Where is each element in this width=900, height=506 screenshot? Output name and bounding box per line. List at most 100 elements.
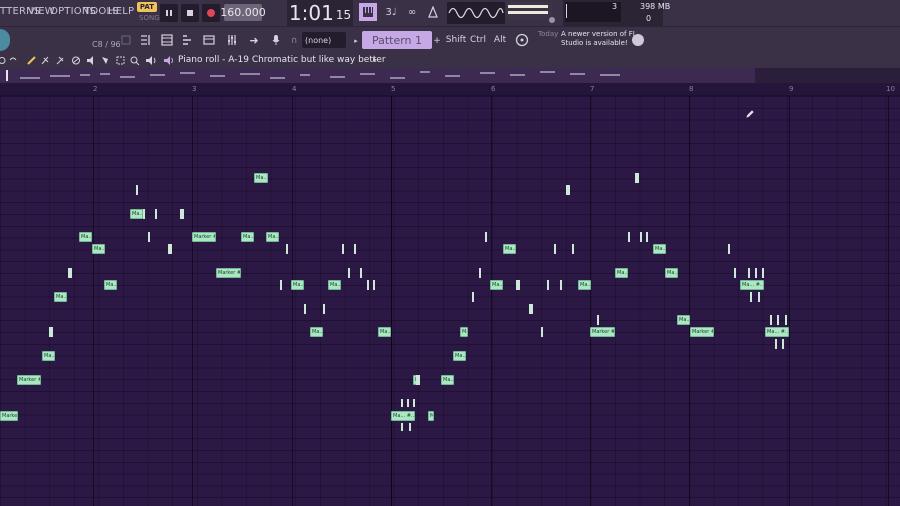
speaker-icon[interactable] (164, 56, 174, 65)
add-pattern-button[interactable]: + (432, 32, 442, 50)
note[interactable]: Marker #... (216, 268, 241, 278)
short-note[interactable] (554, 244, 556, 254)
short-note[interactable] (360, 268, 362, 278)
short-note[interactable] (728, 244, 730, 254)
channel-rack-button[interactable] (158, 31, 176, 49)
note[interactable]: Ma... (615, 268, 628, 278)
short-note[interactable] (143, 209, 145, 219)
note[interactable]: Ma... (130, 209, 143, 219)
pattern-overview[interactable] (0, 68, 900, 83)
short-note[interactable] (541, 327, 543, 337)
short-note[interactable] (775, 339, 777, 349)
short-note[interactable] (155, 209, 157, 219)
piano-roll-grid[interactable]: Ma... Ma... Ma... Marker #... Ma... Ma..… (0, 96, 900, 506)
record-button[interactable] (202, 4, 220, 22)
note[interactable]: Ma... (79, 232, 92, 242)
timeline-ruler[interactable]: 2 3 4 5 6 7 8 9 10 (0, 83, 900, 96)
note[interactable]: Ma... #... (391, 411, 415, 421)
short-note[interactable] (516, 280, 520, 290)
short-note[interactable] (748, 268, 750, 278)
shift-key-button[interactable]: Shift (446, 31, 466, 49)
note[interactable]: Ma... (653, 244, 666, 254)
short-note[interactable] (635, 173, 639, 183)
short-note[interactable] (323, 304, 325, 314)
short-note[interactable] (348, 268, 350, 278)
short-note[interactable] (479, 268, 481, 278)
short-note[interactable] (304, 304, 306, 314)
short-note[interactable] (750, 292, 752, 302)
note[interactable]: Ma... (378, 327, 391, 337)
metronome-button[interactable] (424, 3, 442, 21)
pattern-selector[interactable]: Pattern 1 (362, 31, 432, 49)
mixer-button[interactable] (223, 31, 241, 49)
short-note[interactable] (409, 423, 411, 431)
short-note[interactable] (777, 315, 779, 325)
short-note[interactable] (180, 209, 184, 219)
note[interactable]: Ma... (328, 280, 341, 290)
short-note[interactable] (49, 327, 53, 337)
short-note[interactable] (280, 280, 282, 290)
short-note[interactable] (770, 315, 772, 325)
short-note[interactable] (401, 399, 403, 407)
note[interactable]: Ma... (104, 280, 117, 290)
note[interactable]: Ma... (490, 280, 503, 290)
ctrl-key-button[interactable]: Ctrl (468, 31, 488, 49)
alt-key-button[interactable]: Alt (490, 31, 510, 49)
stop-button[interactable] (181, 4, 199, 22)
short-note[interactable] (472, 292, 474, 302)
note[interactable]: Marker #... (590, 327, 615, 337)
audio-record-button[interactable] (267, 31, 285, 49)
short-note[interactable] (413, 399, 415, 407)
piano-roll-button[interactable] (179, 31, 197, 49)
note[interactable]: Ma... (54, 292, 67, 302)
browser-button[interactable] (200, 31, 218, 49)
short-note[interactable] (755, 268, 757, 278)
short-note[interactable] (785, 315, 787, 325)
pattern-mode-toggle[interactable]: PAT (137, 2, 157, 12)
short-note[interactable] (597, 315, 599, 325)
note[interactable]: Ma... #... (765, 327, 789, 337)
note[interactable]: Ma... (266, 232, 279, 242)
short-note[interactable] (566, 185, 570, 195)
tempo-display[interactable]: 160.000 (220, 4, 266, 21)
channel-select-dropdown[interactable]: (none) (302, 32, 346, 48)
short-note[interactable] (572, 244, 574, 254)
note[interactable]: Marker #... (17, 375, 41, 385)
master-volume-knob[interactable] (548, 16, 556, 24)
short-note[interactable] (354, 244, 356, 254)
short-note[interactable] (734, 268, 736, 278)
short-note[interactable] (547, 280, 549, 290)
note[interactable]: Ma... (254, 173, 268, 183)
note[interactable]: Marker #... (690, 327, 714, 337)
typing-keyboard-button[interactable] (359, 3, 377, 21)
short-note[interactable] (646, 232, 648, 242)
short-note[interactable] (628, 232, 630, 242)
short-note[interactable] (401, 423, 403, 431)
note[interactable]: Marker #... (0, 411, 18, 421)
note[interactable]: Ma... #... (740, 280, 764, 290)
prev-pattern-button[interactable]: ▸ (351, 32, 361, 50)
short-note[interactable] (68, 268, 72, 278)
link-icon-button[interactable]: ∩ (288, 32, 300, 50)
short-note[interactable] (782, 339, 784, 349)
globe-icon[interactable] (632, 34, 644, 46)
note[interactable]: Ma... (578, 280, 591, 290)
note[interactable]: Ma... (310, 327, 323, 337)
note[interactable]: Ma... (92, 244, 105, 254)
short-note[interactable] (286, 244, 288, 254)
menu-help[interactable]: HELP (108, 6, 134, 17)
short-note[interactable] (416, 375, 420, 385)
pause-button[interactable] (160, 4, 178, 22)
short-note[interactable] (560, 280, 562, 290)
snap-button[interactable] (117, 31, 135, 49)
note[interactable]: Ma... (241, 232, 254, 242)
short-note[interactable] (367, 280, 369, 290)
online-news-button[interactable] (513, 31, 531, 49)
note[interactable]: Marker #... (428, 411, 434, 421)
short-note[interactable] (640, 232, 642, 242)
short-note[interactable] (148, 232, 150, 242)
note[interactable]: Ma... (291, 280, 304, 290)
short-note[interactable] (136, 185, 138, 195)
short-note[interactable] (407, 399, 409, 407)
note[interactable]: Ma... (453, 351, 466, 361)
